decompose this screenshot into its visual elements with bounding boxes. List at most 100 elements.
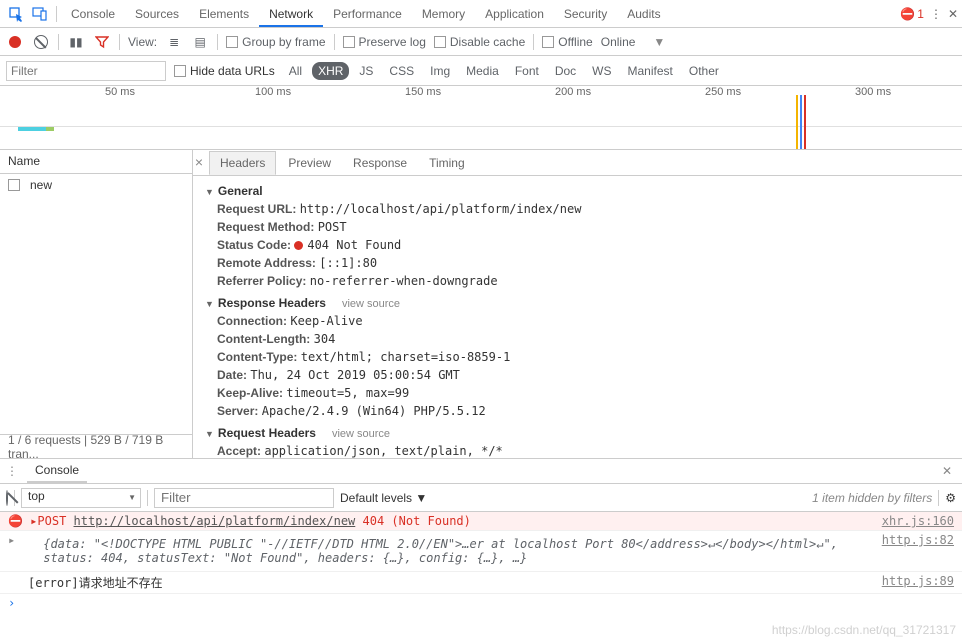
watermark: https://blog.csdn.net/qq_31721317 bbox=[772, 623, 956, 637]
console-prompt[interactable]: › bbox=[0, 594, 962, 612]
console-settings-icon[interactable]: ⚙ bbox=[945, 491, 956, 505]
group-by-frame-checkbox[interactable]: Group by frame bbox=[226, 35, 325, 49]
clear-console-icon[interactable] bbox=[6, 491, 8, 505]
filter-type-js[interactable]: JS bbox=[353, 62, 379, 80]
header-row: Connection: Keep-Alive bbox=[217, 312, 950, 330]
drawer-menu-icon[interactable]: ⋮ bbox=[6, 464, 19, 478]
close-drawer-icon[interactable]: ✕ bbox=[938, 464, 956, 478]
console-object-line[interactable]: ▸ {data: "<!DOCTYPE HTML PUBLIC "-//IETF… bbox=[0, 531, 962, 572]
close-devtools-icon[interactable]: ✕ bbox=[948, 7, 958, 21]
filter-type-other[interactable]: Other bbox=[683, 62, 725, 80]
header-row: Content-Type: text/html; charset=iso-885… bbox=[217, 348, 950, 366]
filter-bar: Hide data URLs AllXHRJSCSSImgMediaFontDo… bbox=[0, 56, 962, 86]
record-button[interactable] bbox=[6, 33, 24, 51]
request-detail: × HeadersPreviewResponseTiming General R… bbox=[193, 150, 962, 458]
filter-type-media[interactable]: Media bbox=[460, 62, 505, 80]
large-rows-icon[interactable]: ≣ bbox=[165, 33, 183, 51]
device-toggle-icon[interactable] bbox=[28, 2, 52, 26]
filter-type-manifest[interactable]: Manifest bbox=[622, 62, 679, 80]
general-section-title[interactable]: General bbox=[205, 182, 950, 200]
disable-cache-checkbox[interactable]: Disable cache bbox=[434, 35, 525, 49]
console-filter-input[interactable] bbox=[154, 488, 334, 508]
header-row: Remote Address: [::1]:80 bbox=[217, 254, 950, 272]
header-row: Referrer Policy: no-referrer-when-downgr… bbox=[217, 272, 950, 290]
timeline-tick: 100 ms bbox=[255, 86, 291, 98]
view-label: View: bbox=[128, 35, 157, 49]
request-name: new bbox=[30, 178, 52, 192]
name-column-header[interactable]: Name bbox=[0, 150, 192, 174]
source-link[interactable]: http.js:82 bbox=[882, 533, 954, 547]
request-row[interactable]: new bbox=[0, 174, 192, 196]
header-row: Request URL: http://localhost/api/platfo… bbox=[217, 200, 950, 218]
tab-network[interactable]: Network bbox=[259, 1, 323, 27]
request-headers-title[interactable]: Request Headersview source bbox=[205, 424, 950, 442]
row-indicator-icon bbox=[8, 179, 20, 191]
view-source-link[interactable]: view source bbox=[342, 298, 400, 310]
header-row: Content-Length: 304 bbox=[217, 330, 950, 348]
filter-toggle-icon[interactable] bbox=[93, 33, 111, 51]
source-link[interactable]: xhr.js:160 bbox=[882, 514, 954, 528]
timeline-tick: 250 ms bbox=[705, 86, 741, 98]
header-row: Request Method: POST bbox=[217, 218, 950, 236]
devtools-tab-bar: ConsoleSourcesElementsNetworkPerformance… bbox=[0, 0, 962, 28]
offline-checkbox[interactable]: Offline bbox=[542, 35, 592, 49]
console-tab[interactable]: Console bbox=[27, 459, 87, 483]
tab-memory[interactable]: Memory bbox=[412, 1, 475, 27]
timeline-tick: 50 ms bbox=[105, 86, 135, 98]
resource-type-filter: AllXHRJSCSSImgMediaFontDocWS ManifestOthe… bbox=[283, 62, 725, 80]
preserve-log-checkbox[interactable]: Preserve log bbox=[343, 35, 426, 49]
main-panel: Name new 1 / 6 requests | 529 B / 719 B … bbox=[0, 150, 962, 458]
error-url[interactable]: http://localhost/api/platform/index/new bbox=[74, 514, 356, 528]
console-toolbar: top Default levels ▼ 1 item hidden by fi… bbox=[0, 484, 962, 512]
tab-console[interactable]: Console bbox=[61, 1, 125, 27]
clear-button[interactable] bbox=[32, 33, 50, 51]
filter-type-css[interactable]: CSS bbox=[383, 62, 420, 80]
film-icon[interactable]: ▮▮ bbox=[67, 33, 85, 51]
filter-type-img[interactable]: Img bbox=[424, 62, 456, 80]
filter-type-xhr[interactable]: XHR bbox=[312, 62, 349, 80]
headers-panel: General Request URL: http://localhost/ap… bbox=[193, 176, 962, 458]
filter-type-font[interactable]: Font bbox=[509, 62, 545, 80]
overview-timeline[interactable]: 50 ms100 ms150 ms200 ms250 ms300 ms bbox=[0, 86, 962, 150]
close-detail-icon[interactable]: × bbox=[191, 154, 207, 170]
request-list: Name new 1 / 6 requests | 529 B / 719 B … bbox=[0, 150, 193, 458]
view-source-link[interactable]: view source bbox=[332, 428, 390, 440]
kebab-menu-icon[interactable]: ⋮ bbox=[930, 7, 942, 21]
tab-application[interactable]: Application bbox=[475, 1, 554, 27]
header-row: Keep-Alive: timeout=5, max=99 bbox=[217, 384, 950, 402]
context-selector[interactable]: top bbox=[21, 488, 141, 508]
tab-sources[interactable]: Sources bbox=[125, 1, 189, 27]
tab-audits[interactable]: Audits bbox=[617, 1, 670, 27]
timeline-tick: 300 ms bbox=[855, 86, 891, 98]
tab-elements[interactable]: Elements bbox=[189, 1, 259, 27]
detail-tab-headers[interactable]: Headers bbox=[209, 151, 276, 175]
throttle-select[interactable]: Online bbox=[601, 35, 636, 49]
console-error-line[interactable]: ⛔ ▸POST http://localhost/api/platform/in… bbox=[0, 512, 962, 531]
header-row: Date: Thu, 24 Oct 2019 05:00:54 GMT bbox=[217, 366, 950, 384]
status-summary: 1 / 6 requests | 529 B / 719 B tran... bbox=[0, 434, 193, 458]
detail-tabs: HeadersPreviewResponseTiming bbox=[193, 150, 962, 176]
filter-type-all[interactable]: All bbox=[283, 62, 308, 80]
waterfall-icon[interactable]: ▤ bbox=[191, 33, 209, 51]
network-toolbar: ▮▮ View: ≣ ▤ Group by frame Preserve log… bbox=[0, 28, 962, 56]
console-drawer-header: ⋮ Console ✕ bbox=[0, 458, 962, 484]
detail-tab-preview[interactable]: Preview bbox=[278, 152, 341, 174]
console-messages: ⛔ ▸POST http://localhost/api/platform/in… bbox=[0, 512, 962, 612]
tab-security[interactable]: Security bbox=[554, 1, 617, 27]
dropdown-icon[interactable]: ▼ bbox=[653, 35, 665, 49]
source-link[interactable]: http.js:89 bbox=[882, 574, 954, 591]
detail-tab-timing[interactable]: Timing bbox=[419, 152, 475, 174]
header-row: Status Code: 404 Not Found bbox=[217, 236, 950, 254]
hide-data-urls-checkbox[interactable]: Hide data URLs bbox=[174, 64, 275, 78]
inspect-icon[interactable] bbox=[4, 2, 28, 26]
filter-input[interactable] bbox=[6, 61, 166, 81]
tab-performance[interactable]: Performance bbox=[323, 1, 412, 27]
log-level-selector[interactable]: Default levels ▼ bbox=[340, 491, 427, 505]
filter-type-doc[interactable]: Doc bbox=[549, 62, 582, 80]
response-headers-title[interactable]: Response Headersview source bbox=[205, 294, 950, 312]
error-count-badge[interactable]: ⛔ 1 bbox=[900, 7, 924, 21]
detail-tab-response[interactable]: Response bbox=[343, 152, 417, 174]
header-row: Accept: application/json, text/plain, */… bbox=[217, 442, 950, 458]
filter-type-ws[interactable]: WS bbox=[586, 62, 617, 80]
console-log-line[interactable]: [error]请求地址不存在 http.js:89 bbox=[0, 572, 962, 594]
